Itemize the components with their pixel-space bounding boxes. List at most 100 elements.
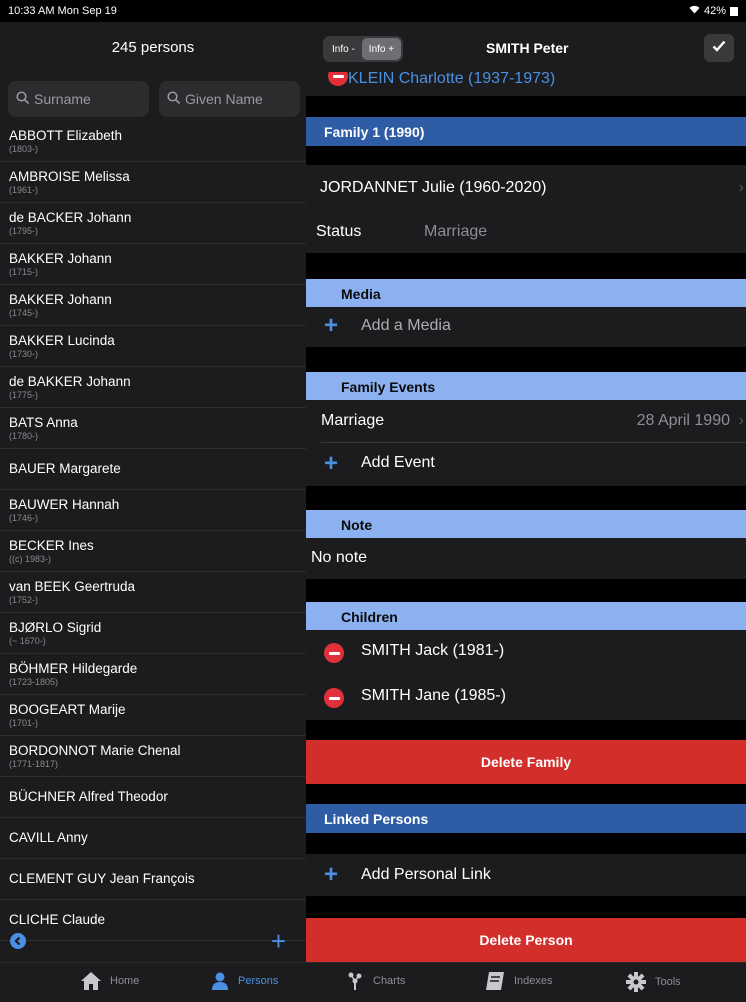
spouse-row[interactable]: JORDANNET Julie (1960-2020) › bbox=[306, 165, 746, 211]
add-media-row[interactable]: + Add a Media bbox=[306, 307, 746, 347]
person-name: BÜCHNER Alfred Theodor bbox=[9, 789, 168, 804]
info-minus-segment[interactable]: Info - bbox=[325, 38, 362, 60]
person-list-item[interactable]: BECKER Ines ((c) 1983-) bbox=[0, 531, 306, 572]
parent-row[interactable]: KLEIN Charlotte (1937-1973) bbox=[306, 66, 746, 96]
status-indicators: 42% bbox=[689, 5, 738, 17]
add-event-row[interactable]: + Add Event bbox=[306, 443, 746, 486]
person-list-item[interactable]: BAUER Margarete bbox=[0, 449, 306, 490]
tab-bar: Home Persons Charts Indexes Tools bbox=[0, 962, 746, 1002]
given-name-search-input[interactable] bbox=[185, 91, 300, 107]
status-bar: 10:33 AM Mon Sep 19 42% bbox=[0, 0, 746, 22]
child-name: SMITH Jane (1985-) bbox=[361, 687, 506, 704]
gear-icon bbox=[625, 971, 647, 993]
chevron-right-icon: › bbox=[738, 179, 744, 196]
person-list-item[interactable]: BAUWER Hannah (1746-) bbox=[0, 490, 306, 531]
info-plus-segment[interactable]: Info + bbox=[361, 38, 402, 60]
person-list-item[interactable]: CLEMENT GUY Jean François bbox=[0, 859, 306, 900]
person-name: de BAKKER Johann bbox=[9, 373, 131, 389]
children-section-header: Children bbox=[306, 602, 746, 630]
person-list-item[interactable]: BOOGEART Marije (1701-) bbox=[0, 695, 306, 736]
surname-search-input[interactable] bbox=[34, 91, 149, 107]
tab-label: Charts bbox=[373, 975, 406, 987]
surname-search[interactable] bbox=[8, 81, 149, 117]
note-title: Note bbox=[341, 517, 373, 533]
child-name: SMITH Jack (1981-) bbox=[361, 642, 505, 659]
add-person-button[interactable]: + bbox=[271, 926, 286, 957]
person-name: BÖHMER Hildegarde bbox=[9, 660, 138, 676]
remove-icon[interactable] bbox=[324, 643, 344, 663]
tab-home[interactable]: Home bbox=[80, 971, 139, 991]
search-icon bbox=[16, 90, 30, 108]
add-personal-link-row[interactable]: + Add Personal Link bbox=[306, 854, 746, 896]
tab-indexes[interactable]: Indexes bbox=[484, 971, 553, 991]
search-icon bbox=[167, 90, 181, 108]
events-group: Marriage 28 April 1990 › + Add Event bbox=[306, 400, 746, 486]
chevron-right-icon: › bbox=[738, 412, 744, 429]
tab-label: Home bbox=[110, 975, 140, 987]
person-dates: (~ 1670-) bbox=[9, 635, 46, 646]
tab-tools[interactable]: Tools bbox=[625, 971, 681, 993]
person-list-item[interactable]: BORDONNOT Marie Chenal (1771-1817) bbox=[0, 736, 306, 777]
person-dates: (1752-) bbox=[9, 594, 39, 605]
given-name-search[interactable] bbox=[159, 81, 300, 117]
plus-icon: + bbox=[324, 450, 339, 477]
tab-charts[interactable]: Charts bbox=[345, 971, 405, 991]
book-icon bbox=[484, 971, 506, 991]
linked-persons-section-header: Linked Persons bbox=[306, 804, 746, 833]
person-list-item[interactable]: van BEEK Geertruda (1752-) bbox=[0, 572, 306, 613]
back-arrow-icon[interactable] bbox=[10, 933, 26, 949]
person-list-item[interactable]: BÖHMER Hildegarde (1723-1805) bbox=[0, 654, 306, 695]
person-dates: (1746-) bbox=[9, 512, 39, 523]
person-list-item[interactable]: BAKKER Johann (1715-) bbox=[0, 244, 306, 285]
detail-header: Info - Info + SMITH Peter bbox=[306, 22, 746, 72]
person-name: BJØRLO Sigrid bbox=[9, 619, 102, 635]
info-segmented-control: Info - Info + bbox=[323, 36, 404, 62]
person-dates: (1803-) bbox=[9, 143, 39, 154]
battery-icon bbox=[730, 6, 738, 16]
plus-icon: + bbox=[324, 861, 339, 888]
tree-icon bbox=[345, 971, 365, 991]
events-section-header: Family Events bbox=[306, 372, 746, 400]
person-name: CAVILL Anny bbox=[9, 830, 88, 845]
family-title: Family 1 (1990) bbox=[324, 124, 425, 140]
person-dates: (1775-) bbox=[9, 389, 39, 400]
person-name: BAKKER Johann bbox=[9, 250, 112, 266]
note-text: No note bbox=[311, 549, 368, 566]
person-list-item[interactable]: CAVILL Anny bbox=[0, 818, 306, 859]
person-icon bbox=[210, 971, 230, 991]
person-detail-panel: Info - Info + SMITH Peter KLEIN Charlott… bbox=[306, 22, 746, 962]
person-dates: (1780-) bbox=[9, 430, 39, 441]
person-list-item[interactable]: BAKKER Lucinda (1730-) bbox=[0, 326, 306, 367]
person-list-item[interactable]: BÜCHNER Alfred Theodor bbox=[0, 777, 306, 818]
parent-name: KLEIN Charlotte (1937-1973) bbox=[348, 70, 556, 87]
linked-persons-title: Linked Persons bbox=[324, 811, 429, 827]
note-row[interactable]: No note bbox=[306, 538, 746, 579]
person-list-item[interactable]: BAKKER Johann (1745-) bbox=[0, 285, 306, 326]
person-list-item[interactable]: de BACKER Johann (1795-) bbox=[0, 203, 306, 244]
person-name: BECKER Ines bbox=[9, 537, 94, 553]
remove-icon[interactable] bbox=[324, 688, 344, 708]
tab-label: Tools bbox=[655, 976, 681, 988]
child-row[interactable]: SMITH Jane (1985-) bbox=[306, 675, 746, 720]
event-row[interactable]: Marriage 28 April 1990 › bbox=[306, 400, 746, 442]
status-value: Marriage bbox=[424, 223, 488, 240]
status-row[interactable]: Status Marriage bbox=[306, 211, 746, 253]
home-icon bbox=[80, 971, 102, 991]
person-list-item[interactable]: ABBOTT Elizabeth (1803-) bbox=[0, 121, 306, 162]
delete-person-button[interactable]: Delete Person bbox=[306, 918, 746, 962]
person-list-item[interactable]: BATS Anna (1780-) bbox=[0, 408, 306, 449]
note-section-header: Note bbox=[306, 510, 746, 538]
done-button[interactable] bbox=[704, 34, 734, 62]
tab-persons[interactable]: Persons bbox=[210, 971, 278, 991]
person-list-item[interactable]: AMBROISE Melissa (1961-) bbox=[0, 162, 306, 203]
child-row[interactable]: SMITH Jack (1981-) bbox=[306, 630, 746, 675]
event-date: 28 April 1990 bbox=[636, 412, 730, 429]
person-list-item[interactable]: BJØRLO Sigrid (~ 1670-) bbox=[0, 613, 306, 654]
person-list-item[interactable]: de BAKKER Johann (1775-) bbox=[0, 367, 306, 408]
family-section-header: Family 1 (1990) bbox=[306, 117, 746, 146]
person-dates: (1723-1805) bbox=[9, 676, 59, 687]
delete-family-button[interactable]: Delete Family bbox=[306, 740, 746, 784]
person-dates: (1715-) bbox=[9, 266, 39, 277]
status-time: 10:33 AM Mon Sep 19 bbox=[8, 5, 117, 17]
person-name: BAUER Margarete bbox=[9, 461, 121, 476]
